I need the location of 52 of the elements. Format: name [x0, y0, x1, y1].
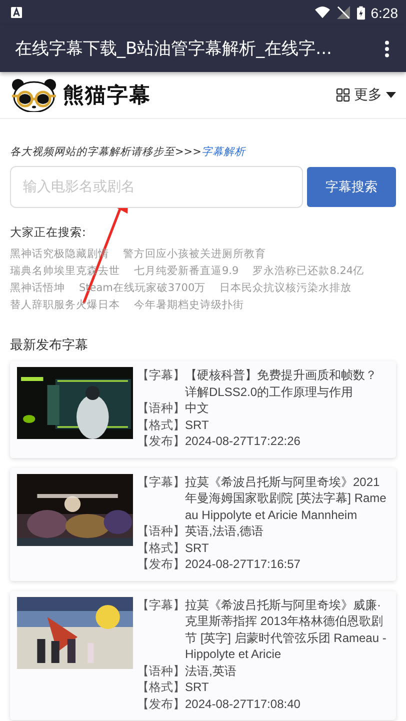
caret-icon — [386, 92, 396, 98]
signal-icon — [336, 6, 351, 19]
field-label: 【格式】 — [137, 416, 185, 433]
subtitle-card[interactable]: 【字幕】【硬核科普】免费提升画质和帧数？详解DLSS2.0的工作原理与作用 【语种】中文 【格式】SRT 【发布】2024-08-27T17:22:26 — [10, 361, 396, 458]
field-label: 【语种】 — [137, 662, 185, 679]
field-label: 【字幕】 — [137, 596, 185, 614]
field-value: 拉莫《希波吕托斯与阿里奇埃》威廉·克里斯蒂指挥 2013年格林德伯恩歌剧节 [英字] 启蒙时代管弦乐团 Rameau - Hippolyte et Aricie — [185, 596, 388, 662]
page-title: 在线字幕下载_B站油管字幕解析_在线字... — [15, 38, 333, 60]
hot-search-link[interactable]: 罗永浩称已还款8.24亿 — [252, 263, 364, 280]
field-value: 法语,英语 — [185, 662, 238, 679]
notification-icon — [11, 7, 22, 18]
panda-logo-icon[interactable] — [11, 78, 57, 112]
battery-icon — [356, 6, 365, 20]
menu-icon[interactable] — [384, 40, 390, 58]
hot-search-link[interactable]: 黑神话悟坤 — [10, 280, 65, 297]
site-logo-text[interactable]: 熊猫字幕 — [63, 81, 151, 109]
field-label: 【格式】 — [137, 679, 185, 696]
field-label: 【格式】 — [137, 540, 185, 556]
subtitle-card[interactable]: 【字幕】拉莫《希波吕托斯与阿里奇埃》2021年曼海姆国家歌剧院 [英法字幕] Rameau Hippolyte et Aricie Mannheim 【语种】英语,法语,德语 【格式】SRT 【发布】2024-08-27T17:16:57 — [10, 468, 396, 580]
field-label: 【字幕】 — [137, 474, 185, 490]
hot-search-link[interactable]: 七月纯爱新番直逼9.9 — [134, 263, 239, 280]
search-button[interactable]: 字幕搜索 — [307, 167, 396, 207]
field-value: SRT — [185, 679, 210, 696]
hot-search-link[interactable]: 日本民众抗议核污染水排放 — [220, 280, 352, 297]
field-value: 英语,法语,德语 — [185, 523, 265, 540]
field-value: 2024-08-27T17:22:26 — [185, 433, 302, 450]
field-label: 【发布】 — [137, 433, 185, 450]
field-label: 【语种】 — [137, 523, 185, 540]
field-value: 2024-08-27T17:16:57 — [185, 556, 302, 572]
hot-search-link[interactable]: 警方回应小孩被关进厕所教育 — [123, 246, 266, 263]
hot-search-link[interactable]: 替人辞职服务火爆日本 — [10, 297, 120, 314]
field-value: 2024-08-27T17:08:40 — [185, 696, 302, 712]
field-label: 【字幕】 — [137, 367, 185, 384]
search-field[interactable]: 输入电影名或剧名 — [10, 166, 303, 208]
more-menu-button[interactable]: 更多 — [336, 86, 396, 104]
subtitle-card[interactable]: 【字幕】拉莫《希波吕托斯与阿里奇埃》威廉·克里斯蒂指挥 2013年格林德伯恩歌剧节 [英字] 启蒙时代管弦乐团 Rameau - Hippolyte et Aricie 【语种】法语,英语 【格式】SRT 【发布】2024-08-27T17:08:40 — [10, 590, 396, 720]
field-value: 拉莫《希波吕托斯与阿里奇埃》2021年曼海姆国家歌剧院 [英法字幕] Rameau Hippolyte et Aricie Mannheim — [185, 474, 388, 523]
field-label: 【发布】 — [137, 696, 185, 712]
section-heading: 最新发布字幕 — [10, 337, 89, 354]
field-value: SRT — [185, 540, 210, 556]
field-label: 【发布】 — [137, 556, 185, 572]
field-value: 中文 — [185, 400, 210, 416]
hot-search-heading: 大家正在搜索: — [10, 225, 87, 240]
notice-text: 各大视频网站的字幕解析请移步至>>>字幕解析 — [10, 145, 247, 159]
hot-search-link[interactable]: 今年暑期档史诗级扑街 — [134, 297, 244, 314]
grid-icon — [336, 88, 350, 102]
wifi-icon — [314, 6, 330, 19]
subtitle-parse-link[interactable]: 字幕解析 — [201, 146, 246, 158]
field-label: 【语种】 — [137, 400, 185, 416]
clock-time: 6:28 — [370, 4, 398, 20]
field-value: 【硬核科普】免费提升画质和帧数？详解DLSS2.0的工作原理与作用 — [185, 367, 378, 400]
field-value: SRT — [185, 416, 210, 433]
